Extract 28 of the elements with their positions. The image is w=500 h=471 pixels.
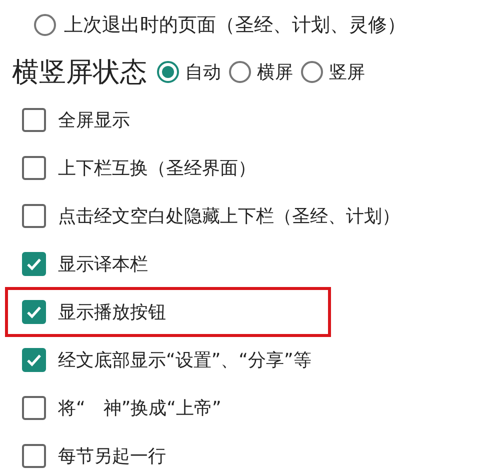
option-label: 经文底部显示“设置”、“分享”等 [58, 349, 312, 372]
option-label: 显示播放按钮 [58, 301, 166, 324]
option-label: 全屏显示 [58, 109, 130, 132]
option-label: 横屏 [257, 61, 293, 84]
option-label: 自动 [185, 61, 221, 84]
check-icon [26, 256, 42, 272]
checkbox[interactable] [22, 444, 46, 468]
checkbox[interactable] [22, 396, 46, 420]
checkbox[interactable] [22, 348, 46, 372]
section-heading: 横竖屏状态 [12, 56, 147, 90]
checkbox[interactable] [22, 204, 46, 228]
radio-button[interactable] [229, 61, 251, 83]
checkbox[interactable] [22, 156, 46, 180]
option-label: 显示译本栏 [58, 253, 148, 276]
option-label: 将“ 神”换成“上帝” [58, 397, 222, 420]
checkbox[interactable] [22, 252, 46, 276]
radio-button[interactable] [34, 14, 56, 36]
option-label: 每节另起一行 [58, 445, 166, 468]
radio-button[interactable] [301, 61, 323, 83]
option-label: 竖屏 [329, 61, 365, 84]
option-label: 点击经文空白处隐藏上下栏（圣经、计划） [58, 205, 400, 228]
radio-button[interactable] [157, 61, 179, 83]
checkbox[interactable] [22, 108, 46, 132]
option-label: 上次退出时的页面（圣经、计划、灵修） [64, 13, 406, 38]
option-label: 上下栏互换（圣经界面） [58, 157, 256, 180]
check-icon [26, 352, 42, 368]
check-icon [26, 304, 42, 320]
checkbox[interactable] [22, 300, 46, 324]
